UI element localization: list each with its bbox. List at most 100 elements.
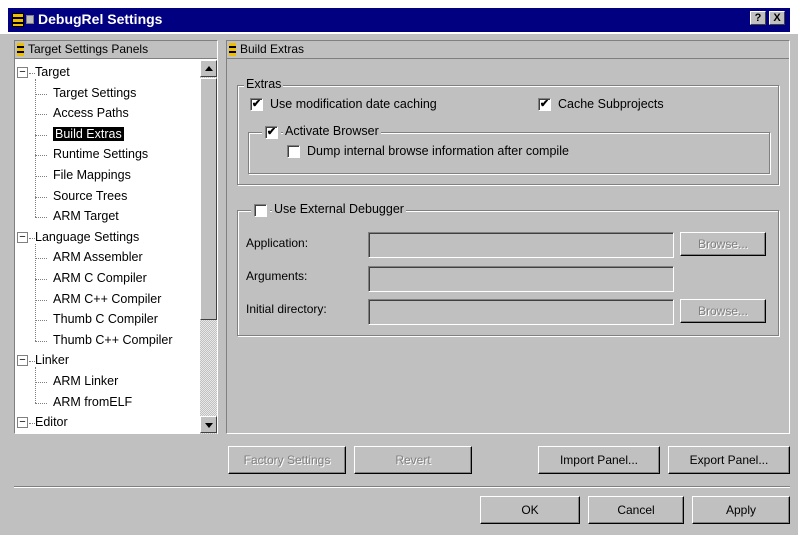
- tree-item[interactable]: ARM C Compiler: [53, 269, 147, 289]
- tree-item[interactable]: Thumb C++ Compiler: [53, 331, 173, 351]
- tree-item[interactable]: ARM Linker: [53, 372, 118, 392]
- scroll-down-button[interactable]: [200, 416, 217, 433]
- tree-item[interactable]: Target: [35, 63, 70, 83]
- tree-item-label: ARM Target: [53, 209, 119, 224]
- settings-tree: − Target Target Settings Access Paths Build …: [15, 60, 199, 434]
- export-panel-button[interactable]: Export Panel...: [668, 446, 790, 474]
- tree-expander-icon[interactable]: −: [17, 231, 28, 243]
- cancel-button[interactable]: Cancel: [588, 496, 684, 524]
- tree-item-label: Build Extras: [53, 126, 124, 141]
- tree-item-label: ARM Linker: [53, 374, 119, 388]
- application-browse-button[interactable]: Browse...: [680, 232, 766, 256]
- tree-connector: [35, 134, 47, 136]
- close-button[interactable]: X: [769, 11, 785, 25]
- import-panel-button[interactable]: Import Panel...: [538, 446, 660, 474]
- panel-list-title: Target Settings Panels: [28, 42, 149, 56]
- window-icon: [26, 15, 34, 24]
- tree-item-label: Target: [35, 65, 70, 79]
- tree-item-label: ARM C Compiler: [53, 271, 147, 285]
- tree-expander-icon[interactable]: −: [17, 417, 28, 429]
- button-separator: [14, 486, 790, 488]
- dump-browse-checkbox[interactable]: [287, 145, 300, 158]
- title-bar-strip[interactable]: DebugRel Settings ? X: [8, 8, 790, 32]
- tree-item-label: ARM Assembler: [53, 250, 143, 265]
- tree-connector: [35, 155, 47, 157]
- dump-browse-label[interactable]: Dump internal browse information after c…: [307, 144, 569, 158]
- title-bar: DebugRel Settings ? X: [0, 0, 798, 34]
- tree-connector: [35, 299, 47, 301]
- tree-item[interactable]: Runtime Settings: [53, 145, 148, 165]
- tree-connector: [35, 382, 47, 383]
- tree-connector: [35, 258, 47, 260]
- tree-item[interactable]: Source Trees: [53, 187, 127, 207]
- use-external-debugger-label[interactable]: Use External Debugger: [272, 202, 406, 216]
- extras-group-label: Extras: [244, 77, 284, 91]
- tree-connector: [35, 79, 36, 218]
- tree-item-label: Thumb C++ Compiler: [53, 332, 173, 347]
- ok-button[interactable]: OK: [480, 496, 580, 524]
- tree-item[interactable]: File Mappings: [53, 166, 131, 186]
- tree-connector: [35, 279, 47, 280]
- content-header-icon: [229, 43, 236, 56]
- content-header: Build Extras: [227, 41, 789, 59]
- tree-item-label: File Mappings: [53, 168, 131, 182]
- use-mod-date-label[interactable]: Use modification date caching: [270, 97, 437, 111]
- tree-item-label: Source Trees: [53, 188, 128, 203]
- tree-connector: [35, 114, 47, 116]
- tree-item[interactable]: Build Extras: [53, 125, 124, 145]
- tree-item[interactable]: Linker: [35, 351, 69, 371]
- tree-item[interactable]: Language Settings: [35, 228, 139, 248]
- application-label: Application:: [246, 236, 309, 250]
- use-mod-date-checkbox[interactable]: ✔: [250, 98, 263, 111]
- panel-list-icon: [17, 43, 24, 56]
- tree-item[interactable]: Thumb C Compiler: [53, 310, 158, 330]
- apply-button[interactable]: Apply: [692, 496, 790, 524]
- tree-connector: [35, 402, 47, 404]
- tree-item-label: Language Settings: [35, 229, 140, 244]
- use-external-debugger-checkbox[interactable]: [254, 204, 267, 217]
- tree-connector: [35, 340, 47, 342]
- tree-item-label: Runtime Settings: [53, 147, 149, 162]
- cache-subprojects-label[interactable]: Cache Subprojects: [558, 97, 664, 111]
- initial-directory-browse-button[interactable]: Browse...: [680, 299, 766, 323]
- tree-expander-icon[interactable]: −: [17, 67, 28, 78]
- factory-settings-button[interactable]: Factory Settings: [228, 446, 346, 474]
- tree-item[interactable]: Editor: [35, 413, 68, 433]
- revert-button[interactable]: Revert: [354, 446, 472, 474]
- application-field[interactable]: [368, 232, 674, 258]
- scroll-up-button[interactable]: [200, 60, 217, 77]
- tree-item[interactable]: ARM C++ Compiler: [53, 290, 161, 310]
- activate-browser-label[interactable]: Activate Browser: [283, 124, 381, 138]
- tree-item-label: ARM C++ Compiler: [53, 291, 162, 306]
- tree-item-label: Linker: [35, 353, 70, 368]
- initial-directory-label: Initial directory:: [246, 302, 327, 316]
- content-title: Build Extras: [240, 42, 305, 56]
- activate-browser-checkbox[interactable]: ✔: [265, 126, 278, 139]
- extras-group: Extras ✔ Use modification date caching ✔…: [237, 77, 779, 185]
- help-button[interactable]: ?: [750, 11, 766, 25]
- tree-item[interactable]: Target Settings: [53, 84, 136, 104]
- cache-subprojects-checkbox[interactable]: ✔: [538, 98, 551, 111]
- tree-scrollbar[interactable]: [200, 60, 217, 434]
- tree-connector: [35, 243, 36, 341]
- browser-group: ✔ Activate Browser Dump internal browse …: [248, 124, 770, 174]
- tree-item[interactable]: Access Paths: [53, 104, 129, 124]
- down-arrow-icon: [205, 423, 213, 428]
- tree-connector: [35, 367, 36, 403]
- tree-expander-icon[interactable]: −: [17, 355, 28, 367]
- tree-item[interactable]: ARM Target: [53, 207, 119, 227]
- settings-content-panel: Build Extras Extras ✔ Use modification d…: [226, 40, 790, 434]
- settings-panel-list: Target Settings Panels − Target Target Set…: [14, 40, 218, 434]
- initial-directory-field[interactable]: [368, 299, 674, 325]
- tree-item[interactable]: ARM fromELF: [53, 393, 132, 413]
- project-icon: [12, 13, 24, 27]
- tree-item-label: Thumb C Compiler: [53, 312, 158, 327]
- tree-item-label: ARM fromELF: [53, 394, 133, 409]
- tree-connector: [35, 93, 47, 95]
- arguments-field[interactable]: [368, 266, 674, 292]
- tree-item[interactable]: ARM Assembler: [53, 248, 143, 268]
- scroll-thumb[interactable]: [200, 78, 217, 320]
- up-arrow-icon: [205, 66, 213, 71]
- tree-connector: [35, 320, 47, 322]
- tree-item-label: Editor: [35, 415, 68, 430]
